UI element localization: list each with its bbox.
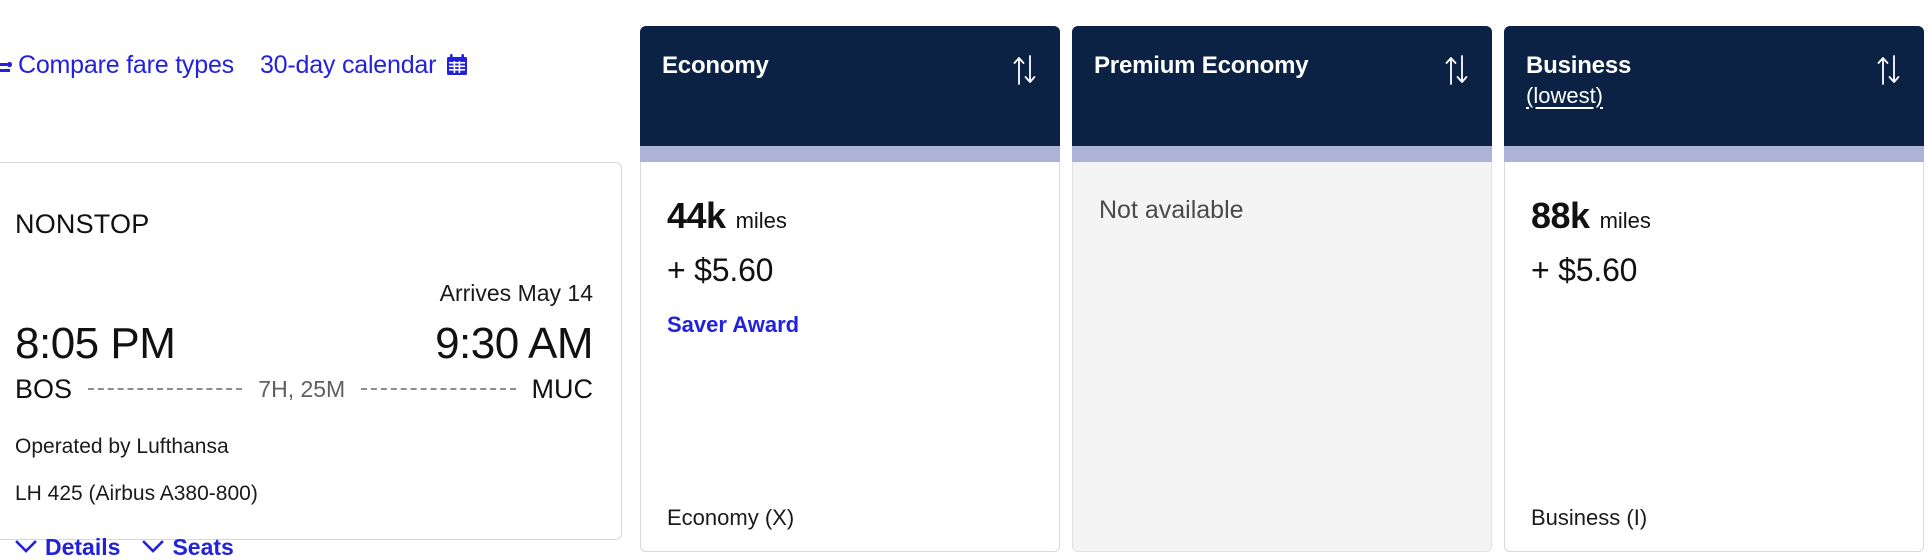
destination-airport-code: MUC bbox=[531, 374, 594, 405]
sort-updown-icon[interactable] bbox=[1876, 54, 1902, 86]
calendar-icon bbox=[447, 54, 468, 75]
miles-amount: 44k bbox=[667, 195, 726, 236]
fare-class-label: Economy (X) bbox=[667, 505, 795, 530]
arrival-time: 9:30 AM bbox=[435, 319, 593, 368]
compare-fare-types-label: Compare fare types bbox=[18, 50, 234, 79]
details-toggle[interactable]: Details bbox=[15, 533, 121, 560]
fare-body-premium-economy: Not available bbox=[1072, 162, 1492, 552]
details-toggle-label: Details bbox=[45, 533, 121, 560]
miles-unit-label: miles bbox=[1599, 208, 1651, 233]
fare-header-titles: Premium Economy bbox=[1094, 52, 1309, 81]
arrival-date-note: Arrives May 14 bbox=[439, 280, 593, 306]
miles-unit-label: miles bbox=[735, 208, 787, 233]
origin-airport-code: BOS bbox=[15, 374, 73, 405]
fare-unavailable-label: Not available bbox=[1099, 196, 1244, 224]
fare-header-economy: Economy bbox=[640, 26, 1060, 146]
fare-header-premium-economy: Premium Economy bbox=[1072, 26, 1492, 146]
flight-number-label: LH 425 (Airbus A380-800) bbox=[15, 481, 258, 505]
fare-body-economy[interactable]: 44k miles + $5.60 Saver Award Economy (X… bbox=[640, 162, 1060, 552]
route-row: BOS 7H, 25M MUC bbox=[15, 373, 593, 405]
sort-updown-icon[interactable] bbox=[1444, 54, 1470, 86]
fare-accent-bar bbox=[1504, 146, 1924, 162]
miles-row: 88k miles bbox=[1531, 198, 1897, 234]
fare-accent-bar bbox=[1072, 146, 1492, 162]
fare-body-business[interactable]: 88k miles + $5.60 Business (I) bbox=[1504, 162, 1924, 552]
fare-cabin-title: Economy bbox=[662, 52, 769, 79]
fare-lowest-badge: (lowest) bbox=[1526, 82, 1604, 108]
departure-time: 8:05 PM bbox=[15, 319, 176, 368]
fare-accent-bar bbox=[640, 146, 1060, 162]
times-row: 8:05 PM 9:30 AM bbox=[15, 319, 593, 368]
fare-header-titles: Economy bbox=[662, 52, 769, 81]
thirty-day-calendar-link[interactable]: 30-day calendar bbox=[259, 50, 469, 79]
stops-label: NONSTOP bbox=[15, 209, 150, 239]
fare-header-business: Business (lowest) bbox=[1504, 26, 1924, 146]
fare-column-premium-economy: Premium Economy Not available bbox=[1072, 26, 1492, 552]
fare-column-economy: Economy 44k miles + $5.60 Saver Award Ec… bbox=[640, 26, 1060, 552]
cash-surcharge: + $5.60 bbox=[1531, 252, 1638, 288]
fare-header-titles: Business (lowest) bbox=[1526, 52, 1631, 109]
compare-fare-types-link[interactable]: Compare fare types bbox=[0, 52, 234, 78]
award-type-link[interactable]: Saver Award bbox=[667, 314, 1033, 336]
compare-seat-icon bbox=[0, 61, 13, 72]
sort-updown-icon[interactable] bbox=[1012, 54, 1038, 86]
cash-surcharge: + $5.60 bbox=[667, 252, 774, 288]
miles-amount: 88k bbox=[1531, 195, 1590, 236]
flight-itinerary-card: NONSTOP Arrives May 14 8:05 PM 9:30 AM B… bbox=[0, 162, 622, 558]
operated-by-label: Operated by Lufthansa bbox=[15, 434, 229, 458]
thirty-day-calendar-label: 30-day calendar bbox=[259, 50, 437, 79]
expanders-row: Details Seats bbox=[15, 533, 593, 560]
fare-class-label: Business (I) bbox=[1531, 505, 1648, 530]
flight-duration: 7H, 25M bbox=[258, 375, 346, 402]
miles-row: 44k miles bbox=[667, 198, 1033, 234]
fare-tools-toolbar: Compare fare types 30-day calendar bbox=[0, 44, 469, 86]
seats-toggle[interactable]: Seats bbox=[142, 533, 234, 560]
route-dash-left bbox=[88, 388, 243, 391]
seats-toggle-label: Seats bbox=[172, 533, 234, 560]
fare-cabin-title: Premium Economy bbox=[1094, 52, 1309, 79]
fare-cabin-title: Business bbox=[1526, 52, 1632, 79]
fare-column-business: Business (lowest) 88k miles + $5.60 Busi… bbox=[1504, 26, 1924, 552]
route-dash-right bbox=[361, 388, 516, 391]
